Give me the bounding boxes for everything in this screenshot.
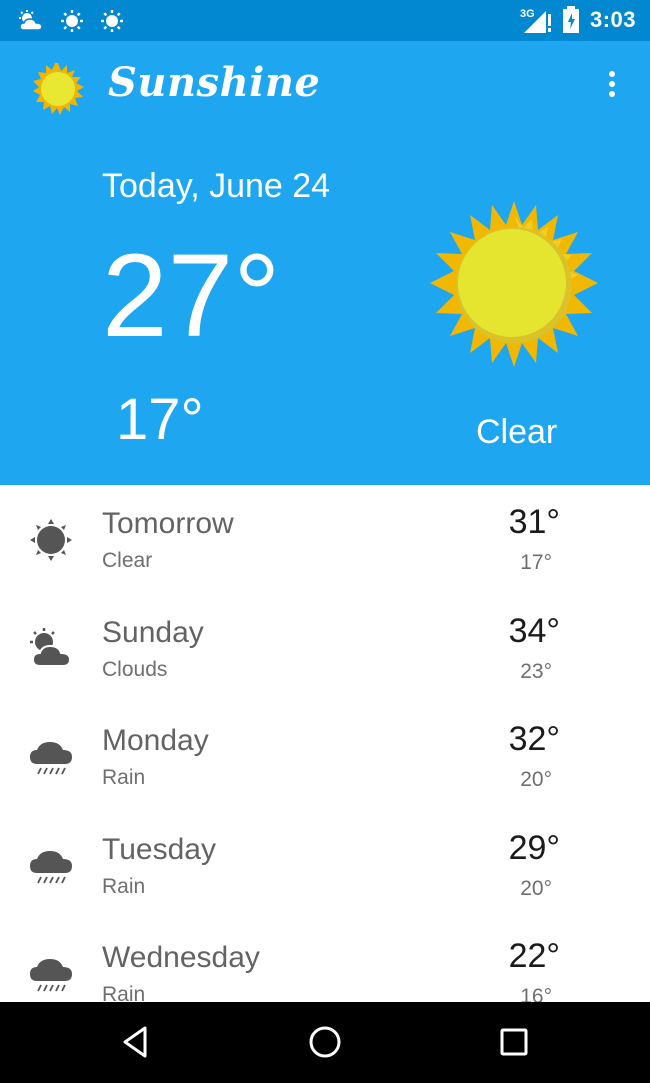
signal-3g-icon: 3G xyxy=(520,8,551,33)
today-description: Clear xyxy=(476,413,558,451)
forecast-high: 31° xyxy=(508,503,560,541)
today-date: Today, June 24 xyxy=(102,167,331,205)
forecast-day: Monday xyxy=(102,724,209,757)
forecast-low: 16° xyxy=(520,985,552,1002)
forecast-day: Tuesday xyxy=(102,832,216,866)
forecast-high: 29° xyxy=(508,828,560,867)
rain-icon xyxy=(30,742,72,775)
list-item[interactable]: Monday Rain 32° 20° xyxy=(0,702,650,811)
today-panel[interactable]: Sunshine Today, June 24 27° 17° Clear xyxy=(0,41,650,485)
list-item[interactable]: Wednesday Rain 22° 16° xyxy=(0,919,650,1002)
rain-icon xyxy=(30,850,72,883)
network-type: 3G xyxy=(520,8,535,20)
app-title: Sunshine xyxy=(108,59,321,106)
forecast-day: Sunday xyxy=(102,615,204,649)
forecast-high: 34° xyxy=(508,611,560,650)
today-high-temp: 27° xyxy=(102,230,281,362)
sun-icon xyxy=(101,10,123,32)
partly-cloudy-icon xyxy=(19,10,43,31)
forecast-day: Wednesday xyxy=(102,941,260,974)
system-indicators: 3G 3:03 xyxy=(520,6,636,34)
battery-icon xyxy=(562,6,579,33)
app-logo-sun-icon xyxy=(33,63,84,115)
forecast-condition: Clear xyxy=(102,549,153,572)
forecast-high: 22° xyxy=(508,937,560,975)
home-icon[interactable] xyxy=(305,1022,345,1062)
today-low-temp: 17° xyxy=(116,387,204,452)
forecast-low: 20° xyxy=(520,876,552,900)
forecast-day: Tomorrow xyxy=(102,507,234,540)
sun-icon xyxy=(430,201,598,367)
forecast-low: 23° xyxy=(520,659,552,683)
clock: 3:03 xyxy=(589,7,636,32)
rain-icon xyxy=(30,959,72,992)
notification-icons xyxy=(18,9,124,33)
forecast-low: 17° xyxy=(520,551,552,574)
forecast-high: 32° xyxy=(508,720,560,758)
recents-icon[interactable] xyxy=(494,1022,534,1062)
overflow-menu-icon[interactable] xyxy=(598,71,626,105)
list-item[interactable]: Sunday Clouds 34° 23° xyxy=(0,594,650,703)
forecast-condition: Rain xyxy=(102,983,146,1002)
forecast-low: 20° xyxy=(520,768,552,791)
clouds-icon xyxy=(30,627,72,667)
navigation-bar xyxy=(0,1002,650,1083)
forecast-condition: Clouds xyxy=(102,657,168,681)
forecast-condition: Rain xyxy=(102,874,146,898)
list-item[interactable]: Tomorrow Clear 31° 17° xyxy=(0,485,650,594)
list-item[interactable]: Tuesday Rain 29° 20° xyxy=(0,811,650,920)
status-bar: 3G 3:03 xyxy=(0,0,650,41)
sun-icon xyxy=(61,10,83,32)
back-icon[interactable] xyxy=(116,1022,156,1062)
forecast-condition: Rain xyxy=(102,766,146,789)
forecast-list: Tomorrow Clear 31° 17° Sunday Clouds 34°… xyxy=(0,485,650,1002)
clear-icon xyxy=(30,519,72,561)
